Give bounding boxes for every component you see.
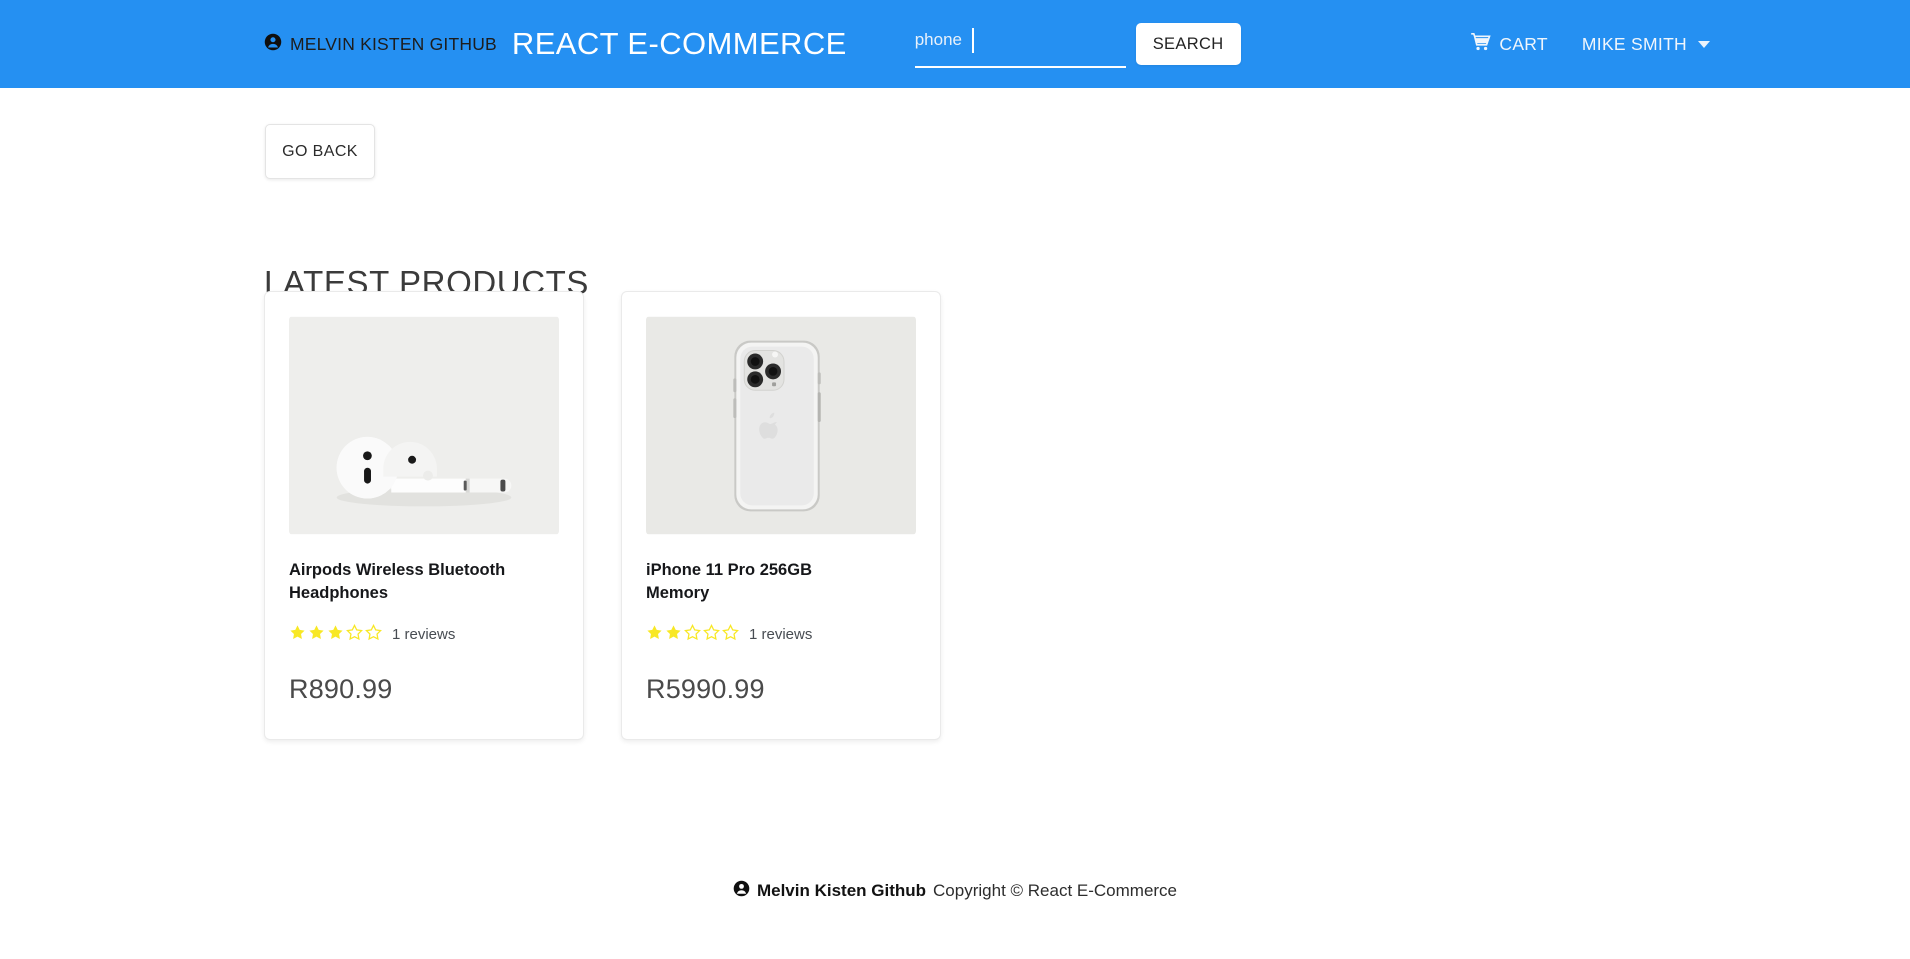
- search-input[interactable]: [914, 30, 1126, 56]
- review-count: 1 reviews: [749, 626, 813, 644]
- star-filled-icon: [308, 624, 325, 646]
- navbar-brand-title[interactable]: REACT E-COMMERCE: [512, 26, 847, 62]
- star-empty-icon: [684, 623, 701, 646]
- star-empty-icon: [703, 623, 720, 646]
- user-menu-dropdown[interactable]: MIKE SMITH: [1582, 34, 1710, 55]
- product-grid: Airpods Wireless Bluetooth Headphones 1 …: [264, 291, 941, 740]
- navbar-owner-label: MELVIN KISTEN GITHUB: [290, 33, 497, 54]
- star-filled-icon: [665, 624, 682, 646]
- product-card-body: iPhone 11 Pro 256GB Memory 1 reviews R59…: [622, 535, 940, 739]
- product-name: Airpods Wireless Bluetooth Headphones: [289, 561, 506, 603]
- navbar-owner-link[interactable]: MELVIN KISTEN GITHUB: [264, 33, 497, 56]
- navbar-brand-group: MELVIN KISTEN GITHUB REACT E-COMMERCE: [264, 26, 847, 62]
- product-rating: 1 reviews: [646, 623, 916, 646]
- cart-label: CART: [1499, 33, 1548, 54]
- navbar-search-form: SEARCH: [914, 21, 1241, 68]
- product-name: iPhone 11 Pro 256GB Memory: [646, 561, 812, 603]
- shopping-cart-icon: [1471, 32, 1492, 56]
- person-circle-icon: [264, 33, 282, 56]
- footer-owner-label: Melvin Kisten Github: [756, 881, 927, 900]
- product-image-iphone[interactable]: [646, 316, 916, 535]
- footer-owner: Melvin Kisten Github: [733, 880, 926, 902]
- navbar-right-links: CART MIKE SMITH: [1471, 32, 1710, 56]
- top-navbar: MELVIN KISTEN GITHUB REACT E-COMMERCE SE…: [0, 0, 1910, 88]
- go-back-button[interactable]: GO BACK: [265, 124, 375, 179]
- review-count: 1 reviews: [392, 626, 456, 644]
- star-empty-icon: [722, 623, 739, 646]
- star-empty-icon: [346, 623, 363, 646]
- chevron-down-icon: [1698, 40, 1710, 48]
- product-card[interactable]: Airpods Wireless Bluetooth Headphones 1 …: [264, 291, 584, 740]
- text-cursor: [971, 27, 974, 53]
- search-field-wrapper: [914, 21, 1126, 68]
- product-rating: 1 reviews: [289, 623, 559, 646]
- person-circle-icon: [733, 880, 750, 902]
- footer-copyright: Copyright © React E-Commerce: [933, 881, 1178, 900]
- star-empty-icon: [365, 623, 382, 646]
- product-image-airpods[interactable]: [289, 316, 559, 535]
- product-card-body: Airpods Wireless Bluetooth Headphones 1 …: [265, 535, 583, 739]
- page-footer: Melvin Kisten Github Copyright © React E…: [0, 880, 1910, 902]
- user-menu-label: MIKE SMITH: [1581, 33, 1687, 54]
- star-filled-icon: [289, 624, 306, 646]
- star-filled-icon: [327, 624, 344, 646]
- product-price: R890.99: [289, 673, 393, 704]
- star-filled-icon: [646, 624, 663, 646]
- product-card[interactable]: iPhone 11 Pro 256GB Memory 1 reviews R59…: [621, 291, 941, 740]
- cart-link[interactable]: CART: [1471, 32, 1548, 56]
- product-price: R5990.99: [646, 673, 765, 704]
- search-button[interactable]: SEARCH: [1135, 23, 1241, 65]
